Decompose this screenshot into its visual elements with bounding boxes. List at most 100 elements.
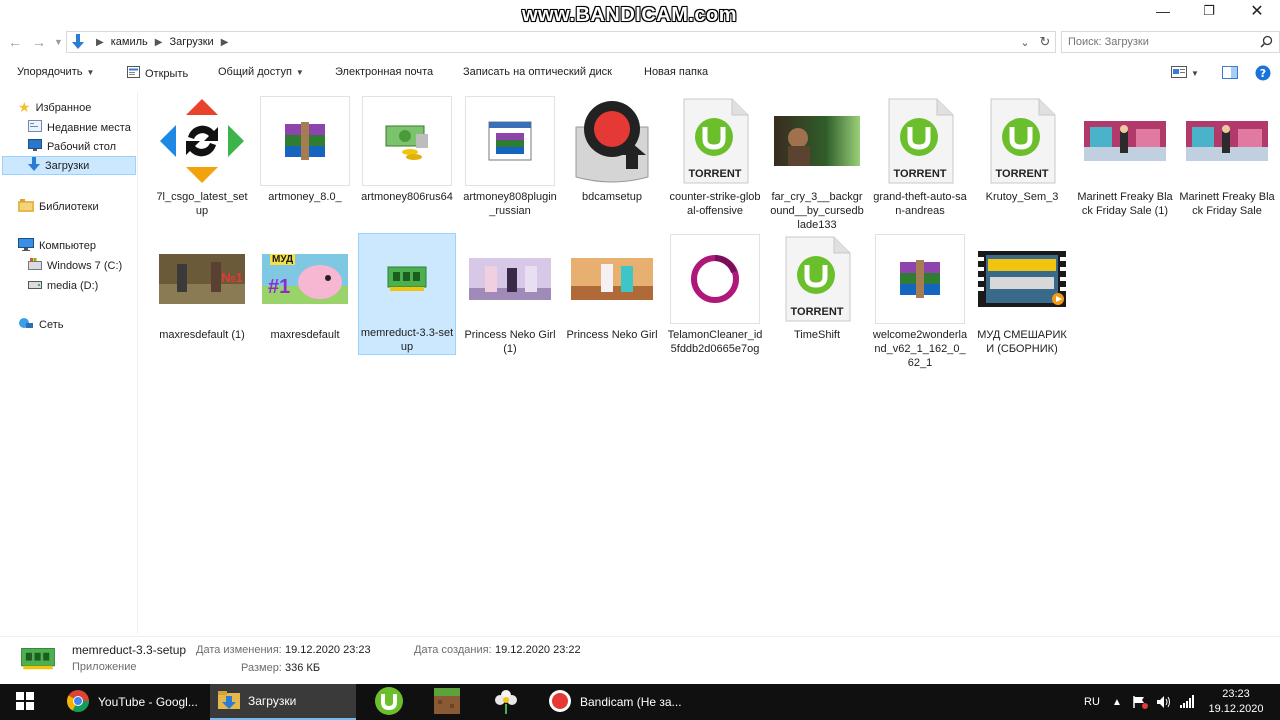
- search-box[interactable]: [1061, 31, 1280, 53]
- breadcrumb-separator[interactable]: ▶: [221, 37, 229, 48]
- details-created-label: Дата создания:: [414, 644, 492, 656]
- view-options-button[interactable]: ▼: [1171, 66, 1199, 81]
- file-item[interactable]: Marinett Freaky Black Friday Sale (1): [1077, 96, 1173, 234]
- libraries-icon: [18, 198, 34, 215]
- burn-disc-button[interactable]: Записать на оптический диск: [463, 66, 612, 78]
- file-item[interactable]: МУД СМЕШАРИКИ (СБОРНИК): [974, 234, 1070, 372]
- taskbar-minecraft[interactable]: [424, 684, 474, 720]
- network-signal-icon[interactable]: [1180, 684, 1194, 720]
- details-created-value: 19.12.2020 23:22: [495, 644, 581, 656]
- preview-pane-button[interactable]: [1222, 66, 1238, 82]
- file-item[interactable]: №1 maxresdefault (1): [154, 234, 250, 372]
- nav-drive-c[interactable]: Windows 7 (C:): [28, 256, 122, 275]
- nav-favorites[interactable]: ★ Избранное: [18, 98, 91, 117]
- chevron-down-icon: ▼: [1191, 69, 1199, 78]
- file-name: far_cry_3__background__by_cursedblade133: [770, 191, 864, 231]
- search-icon[interactable]: [1260, 35, 1273, 51]
- file-item[interactable]: Marinett Freaky Black Friday Sale: [1179, 96, 1275, 234]
- action-center-flag-icon[interactable]: [1132, 684, 1148, 720]
- taskbar-explorer[interactable]: Загрузки: [210, 684, 356, 720]
- taskbar-utorrent[interactable]: [366, 684, 416, 720]
- nav-network[interactable]: Сеть: [18, 315, 63, 334]
- winrar-archive-icon: [260, 96, 350, 186]
- open-icon: [127, 66, 141, 82]
- maximize-button[interactable]: ❐: [1186, 0, 1232, 22]
- recent-locations-chevron-icon[interactable]: ▼: [54, 37, 63, 47]
- tray-overflow-chevron-icon[interactable]: ▲: [1112, 684, 1122, 720]
- details-modified-value: 19.12.2020 23:23: [285, 644, 371, 656]
- taskbar: YouTube - Googl... Загрузки Bandicam (Не…: [0, 684, 1280, 720]
- network-icon: [18, 317, 34, 333]
- winrar-archive-icon: [875, 234, 965, 324]
- file-item-selected[interactable]: memreduct-3.3-setup: [358, 233, 456, 355]
- file-name: welcome2wonderland_v62_1_162_0_62_1: [872, 329, 968, 369]
- image-overlay-text: МУД: [270, 254, 296, 265]
- forward-button[interactable]: →: [32, 34, 46, 50]
- file-item[interactable]: bdcamsetup: [564, 96, 660, 234]
- address-dropdown-chevron-icon[interactable]: ⌄: [1015, 36, 1035, 49]
- file-item[interactable]: far_cry_3__background__by_cursedblade133: [769, 96, 865, 234]
- breadcrumb-downloads[interactable]: Загрузки: [169, 36, 213, 48]
- file-item[interactable]: Princess Neko Girl: [564, 234, 660, 372]
- breadcrumb-user[interactable]: камиль: [111, 36, 148, 48]
- file-item[interactable]: Princess Neko Girl (1): [462, 234, 558, 372]
- file-item[interactable]: TelamonCleaner_id5fddb2d0665e7og: [667, 234, 763, 372]
- nav-computer[interactable]: Компьютер: [18, 236, 96, 255]
- help-icon: ?: [1255, 65, 1271, 84]
- minecraft-block-icon: [434, 687, 460, 717]
- nav-drive-d[interactable]: media (D:): [28, 276, 98, 295]
- organize-button[interactable]: Упорядочить ▼: [17, 66, 94, 78]
- start-button[interactable]: [4, 684, 48, 720]
- nav-libraries[interactable]: Библиотеки: [18, 197, 99, 216]
- email-button[interactable]: Электронная почта: [335, 66, 433, 78]
- file-item[interactable]: welcome2wonderland_v62_1_162_0_62_1: [872, 234, 968, 372]
- details-file-type: Приложение: [72, 661, 137, 673]
- video-thumbnail: [977, 234, 1067, 324]
- file-item[interactable]: TORRENT TimeShift: [769, 234, 865, 372]
- file-item[interactable]: artmoney_8.0_: [257, 96, 353, 234]
- open-button[interactable]: Открыть: [127, 66, 188, 82]
- torrent-badge: TORRENT: [995, 168, 1049, 180]
- breadcrumb-separator: ▶: [96, 36, 104, 48]
- file-name: artmoney_8.0_: [268, 191, 342, 203]
- file-item[interactable]: TORRENT grand-theft-auto-san-andreas: [872, 96, 968, 234]
- star-icon: ★: [18, 99, 31, 115]
- minimize-icon: —: [1156, 3, 1170, 19]
- svg-text:?: ?: [1260, 67, 1266, 80]
- search-input[interactable]: [1068, 36, 1248, 48]
- taskbar-bandicam[interactable]: Bandicam (Не за...: [540, 684, 686, 720]
- language-indicator[interactable]: RU: [1084, 684, 1100, 720]
- file-item[interactable]: TORRENT counter-strike-global-offensive: [667, 96, 763, 234]
- share-button[interactable]: Общий доступ ▼: [218, 66, 304, 78]
- close-button[interactable]: ✕: [1234, 0, 1280, 22]
- file-item[interactable]: artmoney808plugin_russian: [462, 96, 558, 234]
- nav-desktop[interactable]: Рабочий стол: [28, 137, 116, 156]
- back-button[interactable]: ←: [8, 34, 22, 50]
- taskbar-chrome[interactable]: YouTube - Googl...: [58, 684, 204, 720]
- address-bar[interactable]: ▶ камиль ▶ Загрузки ▶ ⌄ ↻: [66, 31, 1056, 53]
- minimize-button[interactable]: —: [1140, 0, 1186, 22]
- taskbar-app[interactable]: [482, 684, 532, 720]
- file-item[interactable]: artmoney806rus64: [359, 96, 455, 234]
- system-clock[interactable]: 23:23 19.12.2020: [1204, 687, 1268, 717]
- folder-icon: [218, 690, 240, 713]
- volume-icon[interactable]: [1156, 684, 1172, 720]
- refresh-icon[interactable]: ↻: [1035, 34, 1055, 50]
- file-name: Princess Neko Girl: [566, 329, 658, 341]
- details-modified-label: Дата изменения:: [196, 644, 282, 656]
- new-folder-button[interactable]: Новая папка: [644, 66, 708, 78]
- clock-time: 23:23: [1222, 688, 1250, 700]
- desktop-icon: [28, 139, 42, 154]
- close-icon: ✕: [1250, 3, 1264, 20]
- file-item[interactable]: МУД #1 maxresdefault: [257, 234, 353, 372]
- file-item[interactable]: 7l_csgo_latest_setup: [154, 96, 250, 234]
- nav-downloads[interactable]: Загрузки: [2, 156, 136, 175]
- file-name: artmoney808plugin_russian: [463, 191, 557, 217]
- help-button[interactable]: ?: [1255, 65, 1271, 84]
- file-item[interactable]: TORRENT Krutoy_Sem_3: [974, 96, 1070, 234]
- file-name: maxresdefault: [270, 329, 340, 341]
- title-bar: www.BANDICAM.com — ❐ ✕: [0, 0, 1280, 28]
- nav-recent-places[interactable]: Недавние места: [28, 118, 131, 137]
- file-name: МУД СМЕШАРИКИ (СБОРНИК): [977, 329, 1067, 355]
- navigation-pane: ★ Избранное Недавние места Рабочий стол …: [0, 92, 138, 634]
